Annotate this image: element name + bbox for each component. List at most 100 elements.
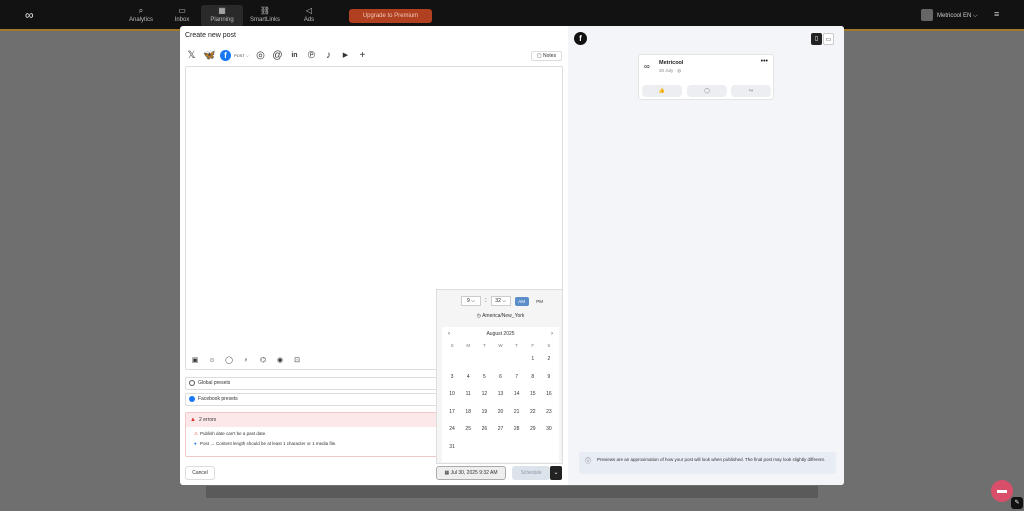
threads-icon[interactable]: @	[272, 50, 283, 61]
calendar-day[interactable]: 29	[525, 421, 541, 439]
facebook-icon[interactable]: f	[220, 49, 231, 61]
calendar-day[interactable]: 6	[492, 369, 508, 387]
calendar-day[interactable]: 19	[476, 404, 492, 422]
global-presets-row[interactable]: Global presets	[185, 377, 440, 390]
calendar-day[interactable]: 20	[492, 404, 508, 422]
mobile-preview-icon[interactable]: ▯	[811, 33, 822, 45]
template-icon[interactable]: ⊡	[293, 357, 301, 365]
background-calendar-strip	[206, 486, 818, 498]
time-separator: :	[485, 298, 487, 304]
link-icon: ⛓	[259, 6, 271, 15]
facebook-presets-row[interactable]: Facebook presets	[185, 393, 440, 406]
chat-icon[interactable]: ▬	[991, 480, 1013, 502]
calendar-day[interactable]: 9	[541, 369, 557, 387]
ai-assistant-icon[interactable]: ◉	[276, 357, 284, 365]
post-preview-card: ∞ Metricool 30 July · ◍ ••• 👍 ◯ ↪	[638, 54, 774, 100]
cancel-button[interactable]: Cancel	[185, 466, 215, 480]
errors-header[interactable]: ▲ 2 errors	[186, 413, 439, 427]
calendar-day[interactable]: 30	[541, 421, 557, 439]
nav-ads[interactable]: ◁ Ads	[288, 5, 330, 27]
weekday-header: T	[515, 343, 518, 348]
emoji-icon[interactable]: ☺	[208, 357, 216, 365]
info-icon: ⓘ	[585, 459, 592, 465]
chevron-right-icon[interactable]: ›	[551, 330, 553, 338]
calendar-day[interactable]: 10	[444, 386, 460, 404]
calendar-day-empty	[492, 351, 508, 369]
calendar-day[interactable]: 11	[460, 386, 476, 404]
calendar-day[interactable]: 28	[509, 421, 525, 439]
extension-icon[interactable]: ✎	[1011, 497, 1023, 509]
more-options-icon[interactable]: •••	[761, 58, 768, 65]
account-menu[interactable]: Metricool EN ⌵	[921, 9, 978, 23]
hour-select[interactable]: 9 ⌵	[461, 296, 481, 306]
calendar-day[interactable]: 23	[541, 404, 557, 422]
schedule-date-button[interactable]: ▦ Jul 30, 2025 9:32 AM	[436, 466, 506, 480]
calendar-day[interactable]: 15	[525, 386, 541, 404]
time-selector: 9 ⌵ : 32 ⌵ AM PM	[461, 296, 547, 306]
calendar-day[interactable]: 7	[509, 369, 525, 387]
nav-inbox[interactable]: ▭ Inbox	[161, 5, 203, 27]
calendar-day[interactable]: 25	[460, 421, 476, 439]
schedule-options-chevron-icon[interactable]: ⌄	[550, 466, 562, 480]
facebook-presets-icon	[189, 395, 195, 402]
calendar-day[interactable]: 13	[492, 386, 508, 404]
upgrade-button[interactable]: Upgrade to Premium	[349, 9, 432, 23]
pinterest-icon[interactable]: ℗	[306, 50, 317, 61]
calendar-day[interactable]: 14	[509, 386, 525, 404]
linkedin-icon[interactable]: in	[289, 50, 300, 61]
metricool-logo[interactable]: ∞	[25, 8, 39, 22]
pm-toggle[interactable]: PM	[533, 297, 547, 306]
calendar-day[interactable]: 27	[492, 421, 508, 439]
calendar-day[interactable]: 18	[460, 404, 476, 422]
calendar-day[interactable]: 21	[509, 404, 525, 422]
weekday-header: W	[498, 343, 503, 348]
comment-icon[interactable]: ◯	[225, 357, 233, 365]
minute-select[interactable]: 32 ⌵	[490, 296, 511, 306]
account-avatar: ∞	[644, 62, 650, 71]
x-icon[interactable]: 𝕏	[186, 50, 197, 61]
calendar-day[interactable]: 17	[444, 404, 460, 422]
date-time-picker: 9 ⌵ : 32 ⌵ AM PM ◷ America/New_York ‹ Au…	[436, 289, 563, 464]
tiktok-icon[interactable]: ♪	[323, 50, 334, 61]
calendar-day[interactable]: 8	[525, 369, 541, 387]
calendar-day[interactable]: 2	[541, 351, 557, 369]
weekday-header: T	[482, 343, 486, 348]
preview-date: 30 July · ◍	[659, 68, 682, 73]
nav-smartlinks[interactable]: ⛓ SmartLinks	[244, 5, 286, 27]
youtube-icon[interactable]: ▶	[340, 50, 351, 61]
notes-button[interactable]: ▢ Notes	[531, 51, 562, 61]
weekday-header: M	[466, 343, 471, 348]
instagram-icon[interactable]: ◎	[255, 50, 266, 61]
calendar-day[interactable]: 1	[525, 351, 541, 369]
calendar-day[interactable]: 12	[476, 386, 492, 404]
editor-toolbar: ▣ ☺ ◯ ♀ ⌬ ◉ ⊡	[191, 357, 301, 365]
timezone-label[interactable]: ◷ America/New_York	[437, 313, 564, 319]
calendar-day[interactable]: 26	[476, 421, 492, 439]
inbox-icon: ▭	[178, 6, 186, 15]
analytics-icon: ⌕	[138, 6, 144, 15]
facebook-icon: f	[574, 32, 587, 45]
calendar-day[interactable]: 5	[476, 369, 492, 387]
calendar-day[interactable]: 24	[444, 421, 460, 439]
calendar-day[interactable]: 3	[444, 369, 460, 387]
location-icon[interactable]: ♀	[242, 357, 250, 365]
share-icon: ↪	[731, 85, 771, 97]
bluesky-icon[interactable]: 🦋	[203, 50, 215, 61]
media-icon[interactable]: ▣	[191, 357, 199, 365]
nav-planning[interactable]: ▦ Planning	[201, 5, 243, 27]
post-type-dropdown[interactable]: POST ⌵	[234, 53, 249, 58]
hamburger-menu-icon[interactable]: ≡	[994, 9, 999, 19]
calendar-icon: ▦	[218, 6, 226, 15]
add-network-icon[interactable]: +	[357, 50, 368, 61]
nav-analytics[interactable]: ⌕ Analytics	[120, 5, 162, 27]
am-toggle[interactable]: AM	[514, 296, 529, 306]
desktop-preview-icon[interactable]: ▭	[823, 33, 834, 45]
calendar-day[interactable]: 4	[460, 369, 476, 387]
link-icon[interactable]: ⌬	[259, 357, 267, 365]
calendar: ‹ August 2025 › S M T W T F S 1 2 3 4 5 6 7 8 9 10 11 12 13…	[442, 327, 559, 462]
schedule-button[interactable]: Schedule	[512, 466, 550, 480]
preview-account-name: Metricool	[659, 60, 684, 66]
calendar-day[interactable]: 16	[541, 386, 557, 404]
calendar-day[interactable]: 31	[444, 439, 460, 457]
calendar-day[interactable]: 22	[525, 404, 541, 422]
